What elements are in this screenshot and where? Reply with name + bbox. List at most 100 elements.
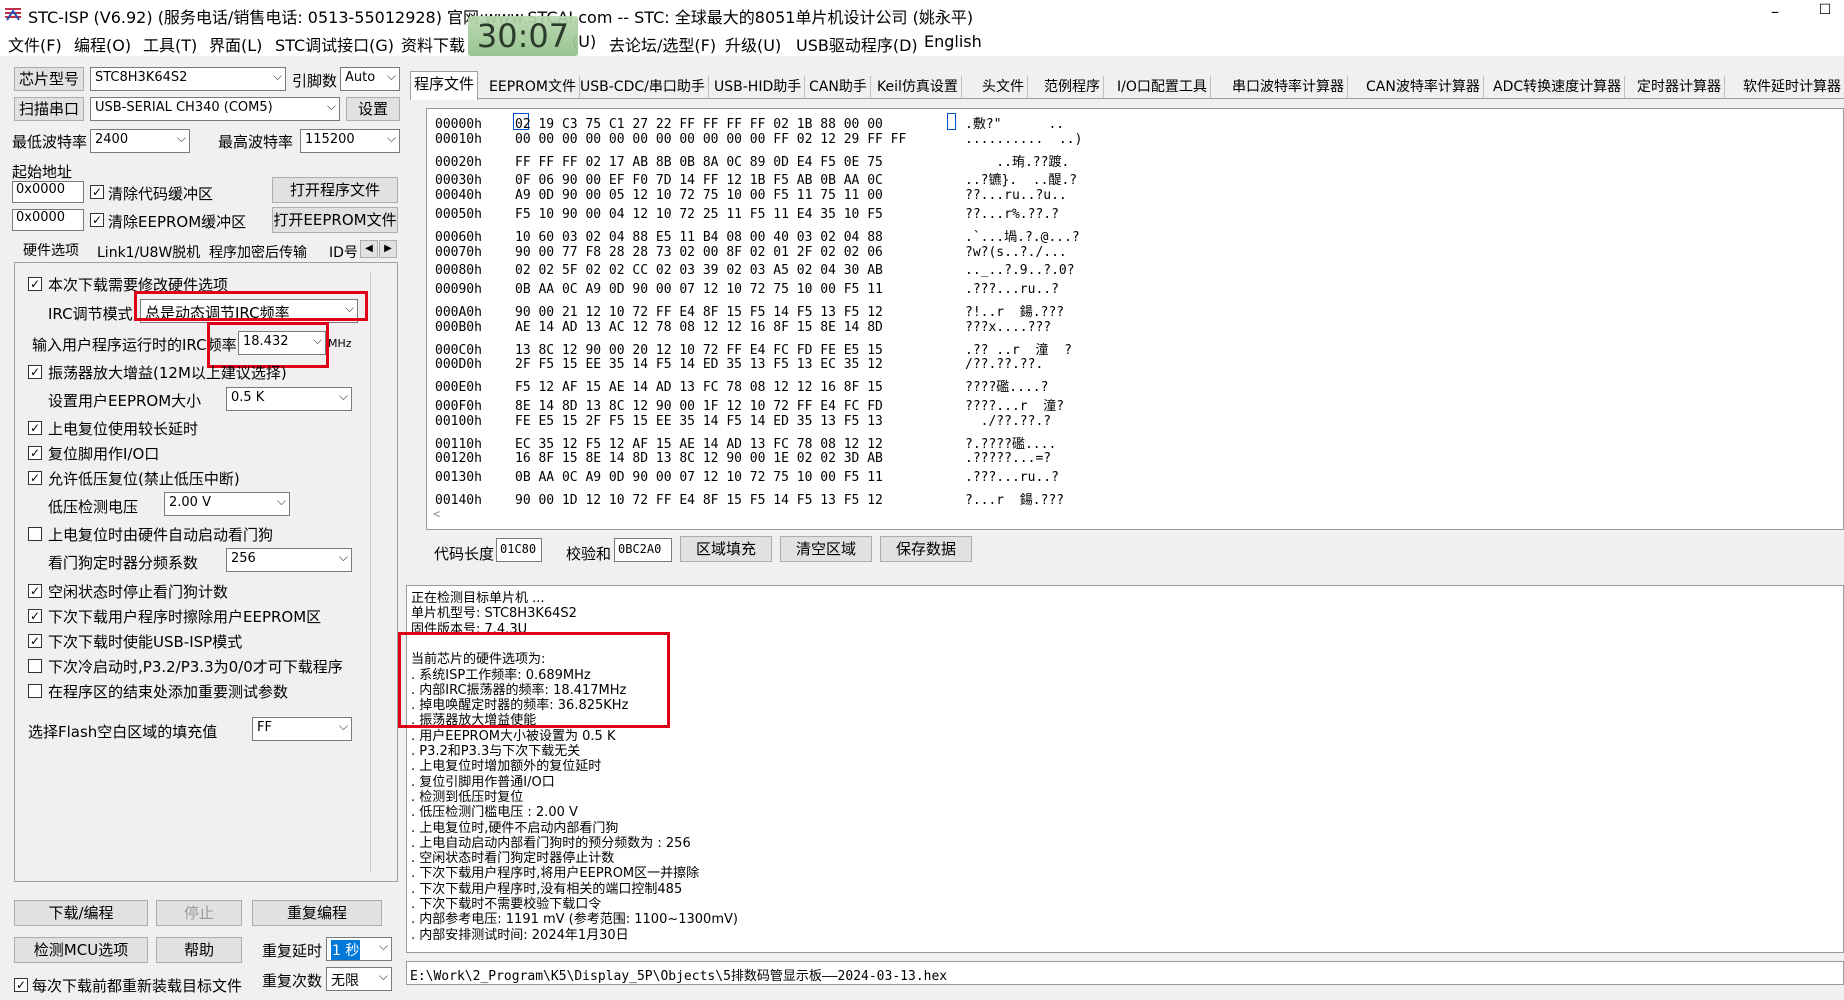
scan-port-button[interactable]: 扫描串口 (14, 97, 84, 121)
help-button[interactable]: 帮助 (156, 937, 242, 963)
cold-boot-label: 下次冷启动时,P3.2/P3.3为0/0才可下载程序 (48, 658, 343, 676)
reset-pin-io-checkbox[interactable]: ✓ (28, 446, 42, 460)
menu-interface[interactable]: 界面(L) (209, 32, 262, 56)
menu-english[interactable]: English (924, 32, 982, 51)
max-baud-combo[interactable]: 115200 ⌵ (300, 129, 400, 153)
menu-forum[interactable]: 去论坛/选型(F) (609, 32, 716, 56)
menu-upgrade[interactable]: 升级(U) (725, 32, 781, 56)
eeprom-address-field[interactable]: 0x0000 (12, 209, 84, 231)
repeat-delay-combo[interactable]: 1 秒 ⌵ (326, 937, 392, 961)
minimize-button[interactable]: – (1760, 2, 1790, 26)
settings-button[interactable]: 设置 (346, 97, 400, 121)
tab-examples[interactable]: 范例程序 (1041, 76, 1104, 98)
menu-usb-driver[interactable]: USB驱动程序(D) (796, 32, 918, 56)
osc-gain-checkbox[interactable]: ✓ (28, 365, 42, 379)
hex-row-bytes: EC 35 12 F5 12 AF 15 AE 14 AD 13 FC 78 0… (515, 436, 883, 452)
hex-row-address: 00090h (435, 282, 482, 298)
save-data-button[interactable]: 保存数据 (880, 536, 972, 562)
usb-isp-label: 下次下载时使能USB-ISP模式 (48, 633, 243, 651)
hex-row-address: 000B0h (435, 319, 482, 335)
tab-can-baud-calc[interactable]: CAN波特率计算器 (1363, 76, 1484, 98)
open-eeprom-file-button[interactable]: 打开EEPROM文件 (272, 207, 398, 233)
tab-can-assistant[interactable]: CAN助手 (806, 76, 871, 98)
chip-model-combo[interactable]: STC8H3K64S2 ⌵ (90, 67, 286, 91)
tab-usb-cdc-serial[interactable]: USB-CDC/串口助手 (577, 76, 709, 98)
reload-file-checkbox[interactable]: ✓ (14, 978, 28, 992)
detect-mcu-button[interactable]: 检测MCU选项 (14, 937, 148, 963)
hex-scroll-left-arrow[interactable]: < (433, 507, 440, 521)
hex-row-address: 00110h (435, 436, 482, 452)
tab-scroll-right-button[interactable]: ▶ (379, 240, 397, 258)
repeat-count-combo[interactable]: 无限 ⌵ (326, 967, 392, 991)
tab-usb-hid[interactable]: USB-HID助手 (711, 76, 806, 98)
erase-eeprom-checkbox[interactable]: ✓ (28, 609, 42, 623)
download-program-button[interactable]: 下载/编程 (14, 900, 148, 926)
hex-row: 00000h 02 19 C3 75 C1 27 22 FF FF FF FF 0… (435, 113, 1064, 132)
hex-row-bytes: AE 14 AD 13 AC 12 78 08 12 12 16 8F 15 8… (515, 319, 883, 335)
tab-hardware-options[interactable]: 硬件选项 (20, 240, 82, 260)
code-length-label: 代码长度 (434, 545, 495, 563)
menu-download[interactable]: 资料下载 (401, 32, 465, 56)
file-path-bar[interactable]: E:\Work\2_Program\K5\Display_5P\Objects\… (406, 961, 1844, 985)
tab-adc-speed-calc[interactable]: ADC转换速度计算器 (1490, 76, 1626, 98)
log-line: . 上电复位时,硬件不启动内部看门狗 (411, 820, 619, 836)
open-program-file-button[interactable]: 打开程序文件 (272, 177, 398, 203)
stop-button[interactable]: 停止 (156, 900, 242, 926)
clear-code-checkbox[interactable]: ✓ (90, 185, 104, 199)
hex-row: 00040h A9 0D 90 00 05 12 10 72 75 10 00 F… (435, 188, 1067, 206)
hex-row-bytes: 2F F5 15 EE 35 14 F5 14 ED 35 13 F5 13 E… (515, 357, 883, 373)
port-combo[interactable]: USB-SERIAL CH340 (COM5) ⌵ (90, 97, 340, 121)
hex-row-bytes: 8E 14 8D 13 8C 12 90 00 1F 12 10 72 FF E… (515, 399, 883, 414)
cold-boot-checkbox[interactable] (28, 659, 42, 673)
maximize-button[interactable]: ☐ (1810, 2, 1840, 26)
modify-hw-checkbox[interactable]: ✓ (28, 277, 42, 291)
eeprom-size-combo[interactable]: 0.5 K ⌵ (226, 387, 352, 411)
options-scrollbar[interactable] (370, 272, 389, 872)
tab-scroll-left-button[interactable]: ◀ (360, 240, 378, 258)
tab-keil-settings[interactable]: Keil仿真设置 (874, 76, 962, 98)
code-length-field[interactable]: 01C80 (496, 538, 542, 562)
tab-strip-border (410, 98, 1844, 99)
menu-file[interactable]: 文件(F) (8, 32, 62, 56)
menu-tools[interactable]: 工具(T) (143, 32, 197, 56)
por-delay-checkbox[interactable]: ✓ (28, 421, 42, 435)
clear-area-button[interactable]: 清空区域 (780, 536, 872, 562)
tab-timer-calc[interactable]: 定时器计算器 (1634, 76, 1725, 98)
menu-debug[interactable]: STC调试接口(G) (275, 32, 394, 56)
tab-eeprom-file[interactable]: EEPROM文件 (486, 76, 580, 98)
tab-delay-calc[interactable]: 软件延时计算器 (1740, 76, 1844, 98)
chevron-down-icon: ⌵ (272, 69, 282, 83)
checksum-field[interactable]: 0BC2A0 (614, 538, 672, 562)
tab-io-config[interactable]: I/O口配置工具 (1114, 76, 1211, 98)
usb-isp-checkbox[interactable]: ✓ (28, 634, 42, 648)
wdt-auto-checkbox[interactable] (28, 527, 42, 541)
fill-value-combo[interactable]: FF ⌵ (252, 717, 352, 741)
clear-code-label: 清除代码缓冲区 (108, 185, 214, 203)
tab-link1-offline[interactable]: Link1/U8W脱机 (94, 242, 203, 262)
tab-header-files[interactable]: 头文件 (979, 76, 1028, 98)
min-baud-combo[interactable]: 2400 ⌵ (90, 129, 190, 153)
lvr-checkbox[interactable]: ✓ (28, 471, 42, 485)
log-line: . P3.2和P3.3与下次下载无关 (411, 744, 581, 759)
test-params-checkbox[interactable] (28, 684, 42, 698)
fill-area-button[interactable]: 区域填充 (680, 536, 772, 562)
hex-row: 00070h 90 00 77 F8 28 28 73 02 00 8F 02 0… (435, 245, 1067, 263)
hex-row-address: 00130h (435, 470, 482, 486)
lvd-combo[interactable]: 2.00 V ⌵ (164, 492, 290, 516)
hex-row-address: 000E0h (435, 380, 482, 396)
hex-row-ascii: .?????...=? (965, 451, 1052, 467)
hex-row-address: 00140h (435, 493, 482, 508)
menu-program[interactable]: 编程(O) (74, 32, 131, 56)
tab-program-file[interactable]: 程序文件 (410, 71, 479, 100)
tab-uart-baud-calc[interactable]: 串口波特率计算器 (1229, 76, 1348, 98)
code-address-field[interactable]: 0x0000 (12, 181, 84, 203)
idle-wdt-checkbox[interactable]: ✓ (28, 584, 42, 598)
repeat-program-button[interactable]: 重复编程 (252, 900, 382, 926)
tab-id[interactable]: ID号 (326, 242, 361, 262)
hex-view[interactable]: 00000h 02 19 C3 75 C1 27 22 FF FF FF FF 0… (426, 108, 1844, 530)
tab-encrypted-transfer[interactable]: 程序加密后传输 (206, 242, 310, 262)
clear-eeprom-checkbox[interactable]: ✓ (90, 213, 104, 227)
fill-value-value: FF (257, 720, 272, 735)
wdt-div-combo[interactable]: 256 ⌵ (226, 548, 352, 572)
pin-count-combo[interactable]: Auto ⌵ (340, 67, 400, 91)
